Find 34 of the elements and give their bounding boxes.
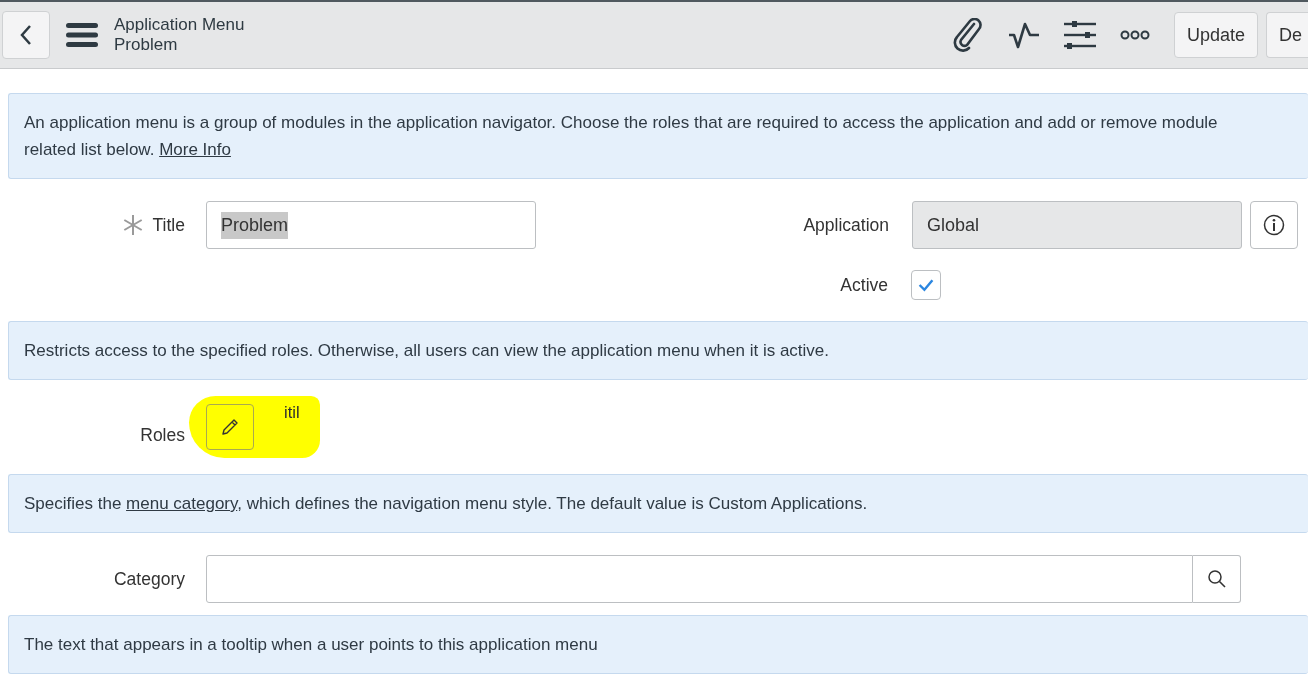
more-icon[interactable] [1119,30,1150,40]
record-name: Problem [114,35,179,56]
field-label: Application [802,213,889,237]
sliders-icon[interactable] [1063,21,1096,49]
info-message: Restricts access to the specified roles. Otherwise, all users can view the application menu when it is active. [8,321,1308,380]
paperclip-icon[interactable] [951,18,984,52]
category-field[interactable] [206,555,1193,603]
info-message: An application menu is a group of modules in the application navigator. Choose the roles that are required to access the application and add or remove module related list below. More Info [8,93,1308,179]
update-button[interactable]: Update [1173,12,1258,58]
info-message: Specifies the menu category, which defines the navigation menu style. The default value is Custom Applications. [8,474,1308,533]
menu-icon[interactable] [66,22,98,48]
info-button[interactable] [1250,201,1298,249]
search-button[interactable] [1193,555,1241,603]
search-icon [1206,569,1227,589]
checkmark-icon [918,277,934,293]
more-info-link[interactable]: More Info [159,140,231,159]
active-checkbox[interactable] [911,270,941,300]
pencil-icon [220,417,240,437]
field-label: Category [113,567,185,591]
field-label: Title [152,213,185,237]
form-title: Application Menu [114,14,245,35]
application-field: Global [912,201,1242,249]
field-label: Roles [139,423,185,447]
edit-button[interactable] [206,404,254,450]
info-icon [1263,214,1285,236]
menu-category-link[interactable]: menu category [126,494,238,513]
title-field[interactable]: Problem [206,201,536,249]
delete-button[interactable]: De [1266,12,1308,58]
chevron-left-icon [19,24,33,46]
activity-icon[interactable] [1007,21,1040,49]
role-value: itil [284,402,300,423]
info-message: The text that appears in a tooltip when a user points to this application menu [8,615,1308,674]
field-label: Active [839,273,888,297]
back-button[interactable] [2,11,50,59]
